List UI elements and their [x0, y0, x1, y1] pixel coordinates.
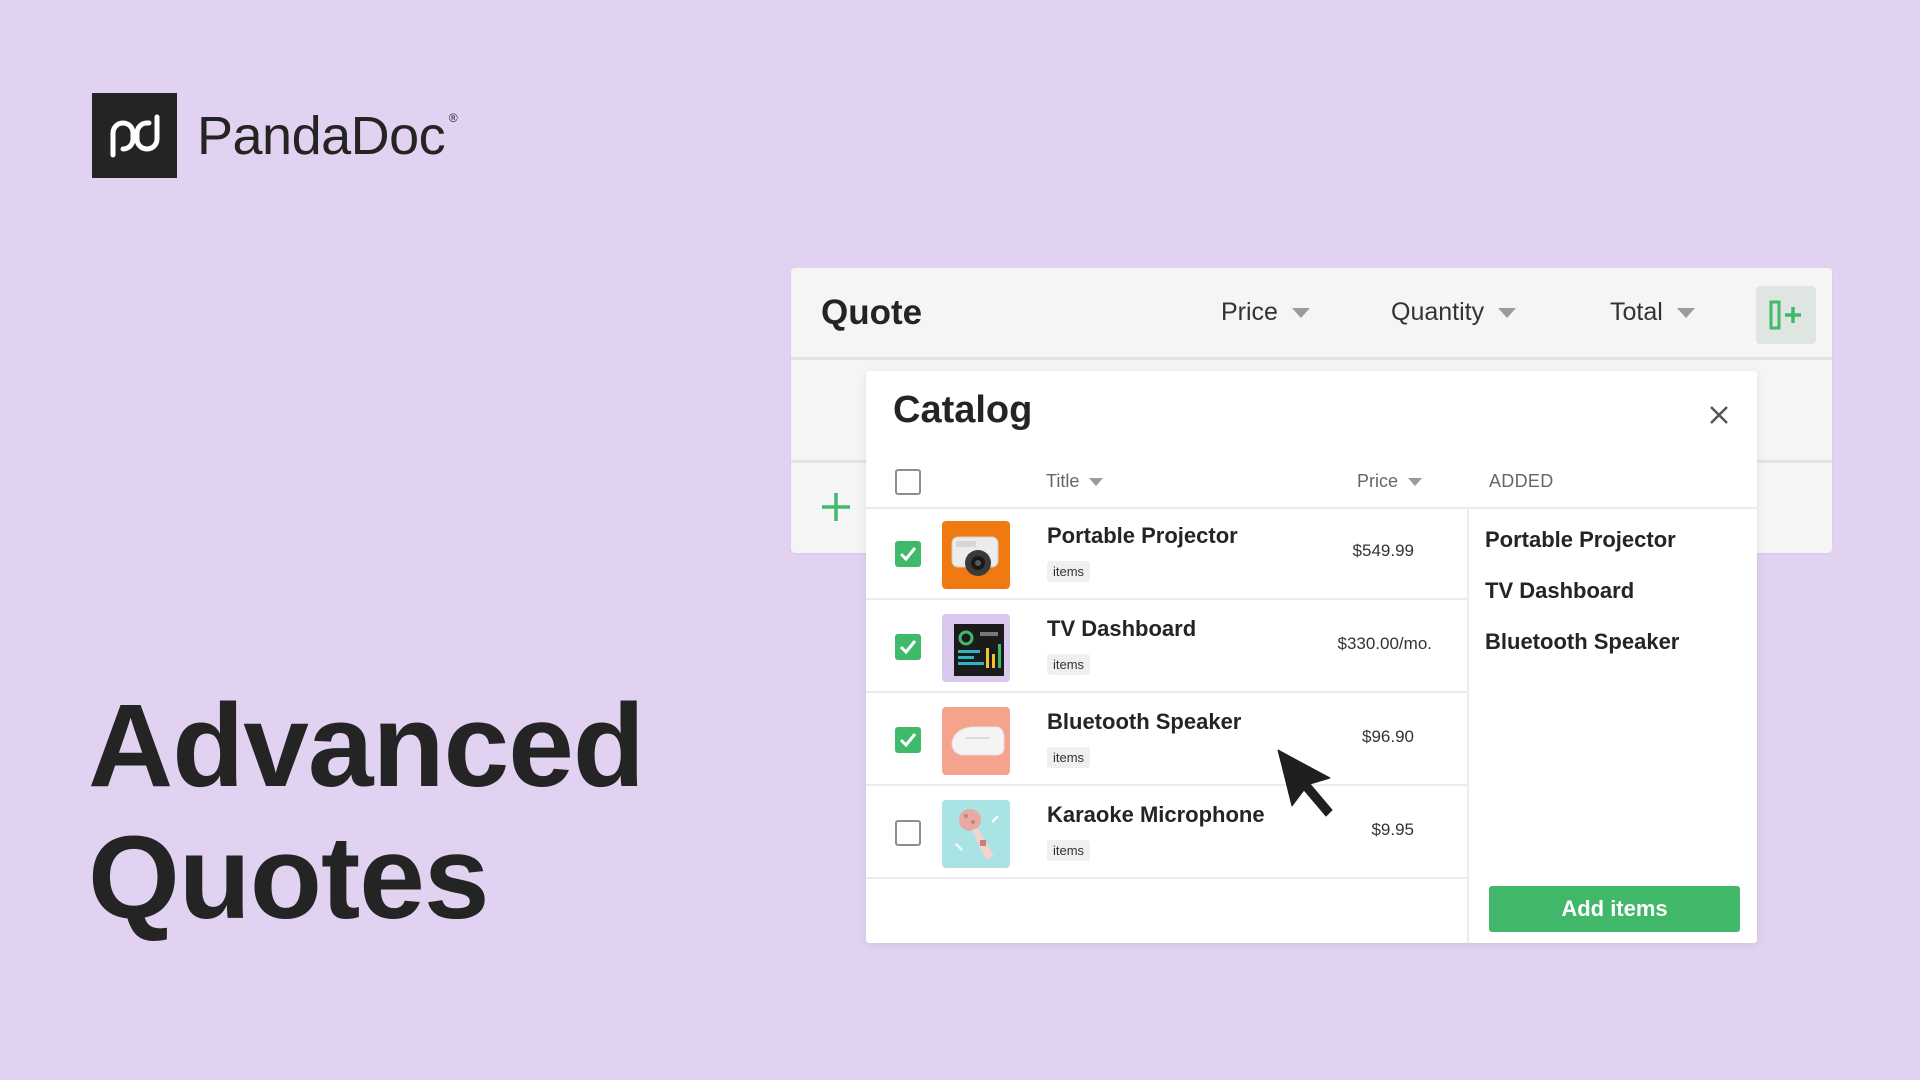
headline: Advanced Quotes — [88, 680, 645, 944]
caret-down-icon — [1676, 307, 1695, 318]
brand-name: PandaDoc ® — [197, 105, 458, 166]
item-price: $9.95 — [1371, 820, 1414, 839]
plus-icon[interactable] — [819, 490, 853, 524]
row-checkbox[interactable] — [895, 541, 921, 567]
added-item: Bluetooth Speaker — [1485, 629, 1680, 654]
header-price-sort[interactable]: Price — [1357, 471, 1423, 492]
pandadoc-mark-icon — [92, 93, 177, 178]
added-item: Portable Projector — [1485, 527, 1676, 552]
add-column-icon — [1769, 300, 1801, 330]
column-price[interactable]: Price — [1221, 298, 1310, 327]
add-items-button[interactable]: Add items — [1489, 886, 1740, 932]
item-title: Bluetooth Speaker — [1047, 709, 1242, 734]
item-title: Karaoke Microphone — [1047, 802, 1265, 827]
check-icon — [899, 640, 917, 655]
header-title-sort[interactable]: Title — [1046, 471, 1104, 492]
product-thumbnail — [942, 614, 1010, 682]
row-checkbox[interactable] — [895, 727, 921, 753]
mouse-cursor-icon — [1277, 749, 1333, 817]
check-icon — [899, 733, 917, 748]
row-checkbox[interactable] — [895, 634, 921, 660]
product-thumbnail — [942, 707, 1010, 775]
catalog-title: Catalog — [893, 389, 1033, 431]
column-quantity[interactable]: Quantity — [1391, 298, 1517, 327]
close-icon[interactable] — [1707, 403, 1731, 427]
item-tag: items — [1047, 840, 1091, 861]
item-price: $96.90 — [1362, 727, 1414, 746]
catalog-row[interactable]: TV Dashboard items $330.00/mo. — [866, 602, 1469, 693]
check-icon — [899, 547, 917, 562]
catalog-table-header: Title Price ADDED — [866, 459, 1757, 509]
column-total[interactable]: Total — [1610, 298, 1695, 327]
catalog-row[interactable]: Karaoke Microphone items $9.95 — [866, 788, 1469, 879]
row-checkbox[interactable] — [895, 820, 921, 846]
item-price: $549.99 — [1352, 541, 1414, 560]
product-thumbnail — [942, 800, 1010, 868]
catalog-row[interactable]: Portable Projector items $549.99 — [866, 509, 1469, 600]
pandadoc-logo: PandaDoc ® — [92, 93, 458, 178]
added-items-list: Portable Projector TV Dashboard Bluetoot… — [1485, 527, 1679, 680]
caret-down-icon — [1498, 307, 1517, 318]
item-tag: items — [1047, 654, 1091, 675]
header-added: ADDED — [1489, 471, 1554, 491]
headline-line2: Quotes — [88, 812, 489, 944]
item-tag: items — [1047, 561, 1091, 582]
caret-down-icon — [1408, 477, 1423, 486]
catalog-items-list: Portable Projector items $549.99 TV Dash… — [866, 509, 1469, 943]
product-thumbnail — [942, 521, 1010, 589]
select-all-checkbox[interactable] — [895, 469, 921, 495]
catalog-row[interactable]: Bluetooth Speaker items $96.90 — [866, 695, 1469, 786]
quote-title: Quote — [821, 292, 923, 332]
catalog-modal: Catalog Title Price ADDED Portable Proje… — [866, 371, 1757, 943]
headline-line1: Advanced — [88, 680, 645, 812]
caret-down-icon — [1291, 307, 1310, 318]
item-title: TV Dashboard — [1047, 616, 1197, 641]
caret-down-icon — [1089, 477, 1104, 486]
item-title: Portable Projector — [1047, 523, 1238, 548]
item-tag: items — [1047, 747, 1091, 768]
quote-header: Quote Price Quantity Total — [791, 268, 1832, 360]
added-item: TV Dashboard — [1485, 578, 1635, 603]
item-price: $330.00/mo. — [1337, 634, 1432, 653]
add-column-button[interactable] — [1756, 286, 1816, 344]
